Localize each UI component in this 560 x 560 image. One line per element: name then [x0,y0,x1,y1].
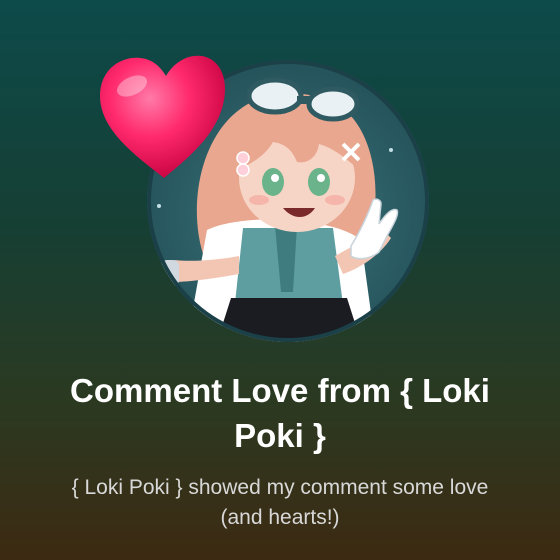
notification-title: Comment Love from { Loki Poki } [70,372,490,454]
heart-icon [96,52,230,184]
comment-love-notification: Comment Love from { Loki Poki } { Loki P… [0,0,560,560]
notification-message: { Loki Poki } showed my comment some lov… [71,476,489,529]
